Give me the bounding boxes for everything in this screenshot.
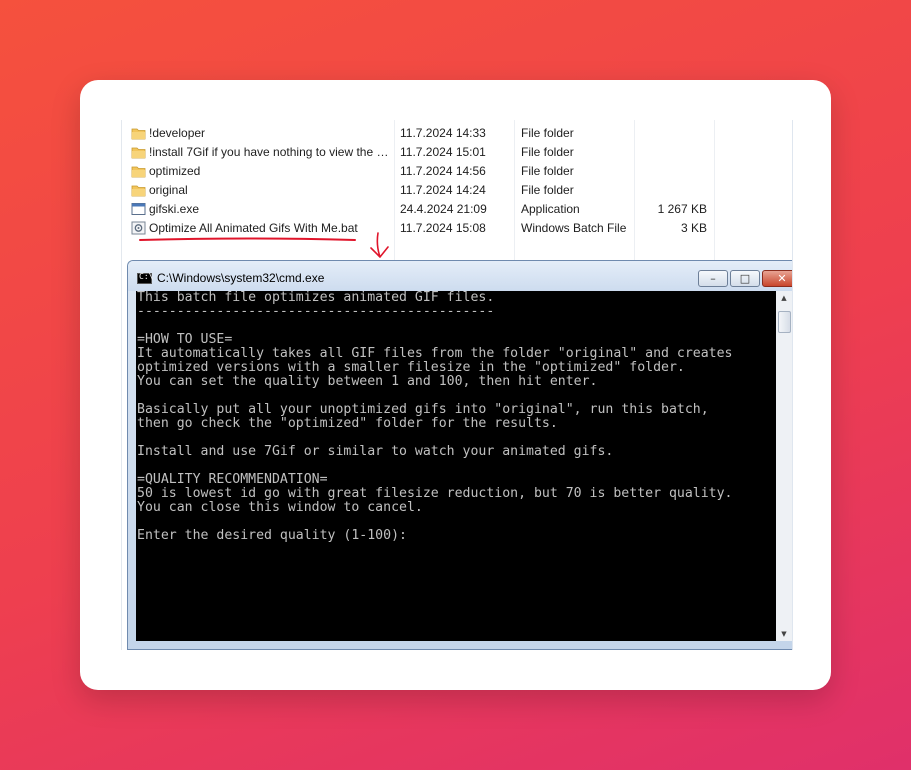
console-line: =QUALITY RECOMMENDATION= xyxy=(137,472,328,487)
cmd-window[interactable]: C:\ C:\Windows\system32\cmd.exe – □ ✕ Th… xyxy=(127,260,792,650)
console-line: Basically put all your unoptimized gifs … xyxy=(137,402,709,417)
console-line: ----------------------------------------… xyxy=(137,304,495,319)
underline-mark xyxy=(139,237,356,241)
console-scrollbar[interactable]: ▲ ▼ xyxy=(776,291,792,641)
arrow-down-icon xyxy=(370,232,389,258)
cmd-icon: C:\ xyxy=(137,272,153,284)
minimize-button[interactable]: – xyxy=(698,270,728,287)
console-line: This batch file optimizes animated GIF f… xyxy=(137,291,495,305)
scroll-thumb[interactable] xyxy=(778,311,791,333)
console-line: You can set the quality between 1 and 10… xyxy=(137,374,598,389)
console-line: You can close this window to cancel. xyxy=(137,500,423,515)
console-output[interactable]: This batch file optimizes animated GIF f… xyxy=(136,291,776,641)
console-line: It automatically takes all GIF files fro… xyxy=(137,346,733,361)
cmd-titlebar[interactable]: C:\ C:\Windows\system32\cmd.exe – □ ✕ xyxy=(128,261,792,291)
maximize-button[interactable]: □ xyxy=(730,270,760,287)
cmd-window-title: C:\Windows\system32\cmd.exe xyxy=(157,271,325,285)
console-line: =HOW TO USE= xyxy=(137,332,233,347)
console-line: then go check the "optimized" folder for… xyxy=(137,416,558,431)
close-button[interactable]: ✕ xyxy=(762,270,792,287)
console-line: Enter the desired quality (1-100): xyxy=(137,528,407,543)
scroll-up-icon[interactable]: ▲ xyxy=(776,291,792,305)
console-line: Install and use 7Gif or similar to watch… xyxy=(137,444,614,459)
console-line: 50 is lowest id go with great filesize r… xyxy=(137,486,733,501)
console-line: optimized versions with a smaller filesi… xyxy=(137,360,685,375)
scroll-down-icon[interactable]: ▼ xyxy=(776,627,792,641)
